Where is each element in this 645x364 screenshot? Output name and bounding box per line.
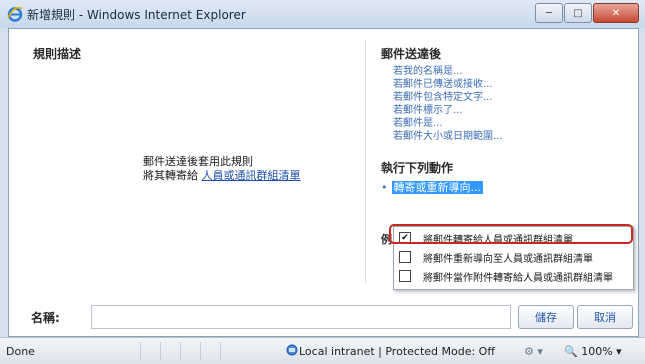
status-separator <box>180 342 181 360</box>
condition-item[interactable]: 若郵件包含特定文字... <box>393 91 503 104</box>
status-separator <box>160 342 161 360</box>
checkbox[interactable] <box>399 270 411 282</box>
panel-divider <box>365 39 366 284</box>
status-separator <box>220 342 221 360</box>
chevron-down-icon: ▾ <box>616 345 622 358</box>
zoom-value: 100% <box>581 345 613 358</box>
name-label: 名稱: <box>31 311 60 325</box>
intranet-zone-icon <box>286 344 298 356</box>
condition-item[interactable]: 若郵件是... <box>393 117 503 130</box>
dropdown-option-redirect[interactable]: 將郵件重新導向至人員或通訊群組清單 <box>399 249 628 265</box>
conditions-list: 若我的名稱是... 若郵件已傳送或接收... 若郵件包含特定文字... 若郵件標… <box>393 65 503 143</box>
zoom-icon: 🔍 <box>564 345 578 358</box>
condition-item[interactable]: 若郵件大小或日期範圍... <box>393 130 503 143</box>
save-button[interactable]: 儲存 <box>518 305 574 329</box>
selected-action[interactable]: • 轉寄或重新導向... <box>381 179 483 195</box>
actions-heading: 執行下列動作 <box>381 161 454 175</box>
protected-mode-icon[interactable]: ⚙ ▾ <box>524 345 543 358</box>
close-icon: ✕ <box>611 7 621 19</box>
recipients-link[interactable]: 人員或通訊群組清單 <box>202 169 301 182</box>
window-controls: ─ □ ✕ <box>534 3 639 23</box>
dialog-content: 規則描述 郵件送達後套用此規則 將其轉寄給 人員或通訊群組清單 郵件送達後 若我… <box>8 28 639 337</box>
maximize-icon: □ <box>573 7 583 19</box>
rule-name-input[interactable] <box>91 305 511 329</box>
rule-description: 郵件送達後套用此規則 將其轉寄給 人員或通訊群組清單 <box>143 155 301 183</box>
ie-logo-icon <box>7 6 23 22</box>
status-bar: Done Local intranet | Protected Mode: Of… <box>0 337 645 364</box>
dropdown-option-attachment[interactable]: 將郵件當作附件轉寄給人員或通訊群組清單 <box>399 268 628 284</box>
cancel-button[interactable]: 取消 <box>577 305 633 329</box>
close-button[interactable]: ✕ <box>593 3 639 23</box>
rule-description-prefix: 將其轉寄給 <box>143 169 198 182</box>
minimize-icon: ─ <box>545 7 553 19</box>
rule-description-heading: 規則描述 <box>33 47 82 61</box>
maximize-button[interactable]: □ <box>564 3 592 23</box>
security-zone[interactable]: Local intranet | Protected Mode: Off <box>299 345 495 358</box>
rule-description-line2: 將其轉寄給 人員或通訊群組清單 <box>143 169 301 183</box>
selected-action-label: 轉寄或重新導向... <box>391 181 483 194</box>
rule-description-line1: 郵件送達後套用此規則 <box>143 155 253 168</box>
option-label: 將郵件當作附件轉寄給人員或通訊群組清單 <box>423 272 613 284</box>
minimize-button[interactable]: ─ <box>535 3 563 23</box>
condition-item[interactable]: 若郵件已傳送或接收... <box>393 78 503 91</box>
browser-window: 新增規則 - Windows Internet Explorer ─ □ ✕ 規… <box>0 0 645 364</box>
option-label: 將郵件重新導向至人員或通訊群組清單 <box>423 253 593 265</box>
status-separator <box>200 342 201 360</box>
checkbox[interactable] <box>399 251 411 263</box>
window-title: 新增規則 - Windows Internet Explorer <box>27 8 246 22</box>
bullet-icon: • <box>381 181 388 194</box>
conditions-heading: 郵件送達後 <box>381 47 442 61</box>
highlight-ring <box>389 224 633 244</box>
status-separator <box>140 342 141 360</box>
condition-item[interactable]: 若郵件標示了... <box>393 104 503 117</box>
status-text: Done <box>6 345 35 358</box>
condition-item[interactable]: 若我的名稱是... <box>393 65 503 78</box>
title-bar: 新增規則 - Windows Internet Explorer ─ □ ✕ <box>0 0 645 28</box>
zoom-level[interactable]: 🔍 100% ▾ <box>564 345 622 358</box>
